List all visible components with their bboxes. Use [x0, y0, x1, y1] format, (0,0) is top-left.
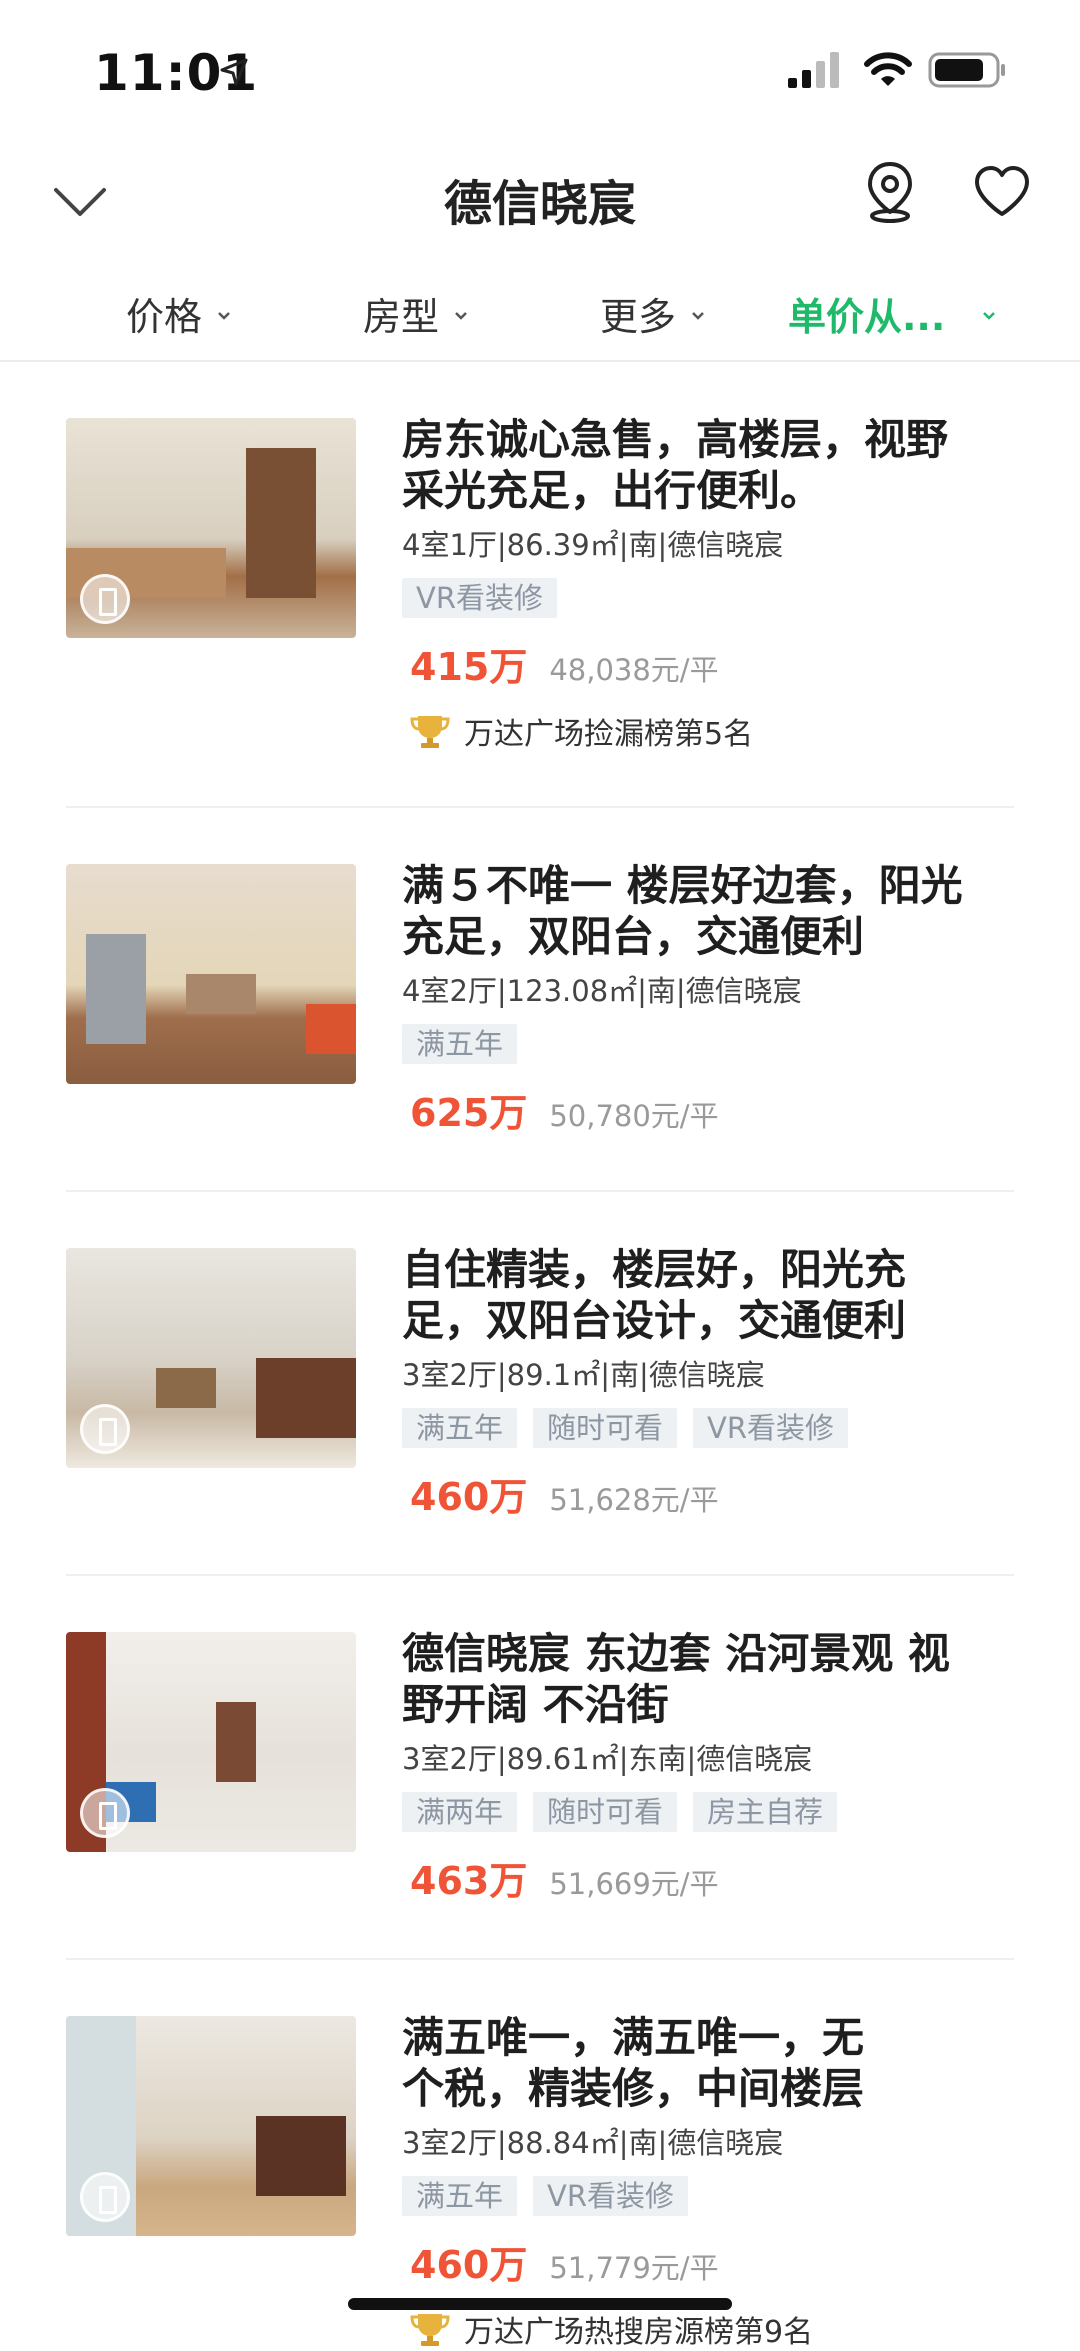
listing-price: 625万 [410, 1091, 528, 1135]
wifi-icon [864, 52, 912, 86]
listing-photo[interactable] [66, 2016, 356, 2236]
price-row: 415万 48,038元/平 [402, 636, 1022, 691]
listing-tags: 满五年 随时可看 VR看装修 [402, 1408, 1022, 1448]
listing-meta: 3室2厅|89.61㎡|东南|德信晓宸 [402, 1742, 813, 1776]
filter-label: 房型 [363, 295, 440, 339]
listing-title: 满五唯一，满五唯一，无 个税，精装修，中间楼层 [402, 2012, 1022, 2114]
listing-card[interactable]: 房东诚心急售，高楼层，视野 采光充足，出行便利。 4室1厅|86.39㎡|南|德… [0, 362, 1080, 808]
listing-title: 满５不唯一 楼层好边套，阳光 充足，双阳台，交通便利 [402, 860, 1022, 962]
listing-meta: 4室1厅|86.39㎡|南|德信晓宸 [402, 528, 784, 562]
price-row: 625万 50,780元/平 [402, 1082, 1022, 1137]
listing-meta: 3室2厅|89.1㎡|南|德信晓宸 [402, 1358, 765, 1392]
ranking-badge[interactable]: 万达广场捡漏榜第5名 [402, 709, 1022, 753]
listing-title-line: 野开阔 不沿街 [402, 1680, 669, 1729]
listing-price: 463万 [410, 1859, 528, 1903]
chevron-down-icon [218, 311, 230, 320]
chevron-down-icon [455, 311, 467, 320]
listing-card[interactable]: 德信晓宸 东边套 沿河景观 视 野开阔 不沿街 3室2厅|89.61㎡|东南|德… [0, 1576, 1080, 1960]
status-bar: 11:01 [0, 0, 1080, 140]
listing-title-line: 个税，精装修，中间楼层 [402, 2064, 865, 2113]
listing-list: 房东诚心急售，高楼层，视野 采光充足，出行便利。 4室1厅|86.39㎡|南|德… [0, 362, 1080, 2350]
listing-tag: VR看装修 [402, 578, 557, 618]
filter-label: 价格 [126, 295, 203, 339]
battery-icon [928, 52, 1005, 88]
listing-info: 满５不唯一 楼层好边套，阳光 充足，双阳台，交通便利 4室2厅|123.08㎡|… [402, 860, 1022, 1137]
cellular-signal-icon [788, 52, 839, 88]
listing-tag: VR看装修 [693, 1408, 849, 1448]
listing-card[interactable]: 满５不唯一 楼层好边套，阳光 充足，双阳台，交通便利 4室2厅|123.08㎡|… [0, 808, 1080, 1192]
listing-tag: 满两年 [402, 1792, 518, 1832]
listing-title-line: 自住精装，楼层好，阳光充 [402, 1245, 907, 1294]
listing-info: 德信晓宸 东边套 沿河景观 视 野开阔 不沿街 3室2厅|89.61㎡|东南|德… [402, 1628, 1022, 1905]
listing-title-line: 充足，双阳台，交通便利 [402, 912, 865, 961]
listing-unit-price: 51,669元/平 [549, 1867, 719, 1901]
filter-label: 单价从... [788, 295, 946, 339]
listing-title-line: 足，双阳台设计，交通便利 [402, 1296, 907, 1345]
listing-title: 德信晓宸 东边套 沿河景观 视 野开阔 不沿街 [402, 1628, 1022, 1730]
listing-info: 自住精装，楼层好，阳光充 足，双阳台设计，交通便利 3室2厅|89.1㎡|南|德… [402, 1244, 1022, 1521]
filter-more[interactable]: 更多 [600, 286, 706, 341]
listing-price: 460万 [410, 1475, 528, 1519]
chevron-down-icon [983, 311, 996, 320]
filter-bar: 价格 房型 更多 单价从... [0, 270, 1080, 362]
heart-icon[interactable] [972, 164, 1032, 220]
listing-meta: 4室2厅|123.08㎡|南|德信晓宸 [402, 974, 802, 1008]
listing-photo[interactable] [66, 864, 356, 1084]
page-title: 德信晓宸 [443, 176, 636, 232]
listing-title: 房东诚心急售，高楼层，视野 采光充足，出行便利。 [402, 414, 1022, 516]
filter-sort-unit-price[interactable]: 单价从... [788, 286, 997, 341]
trophy-icon [410, 716, 450, 748]
listing-tag: 满五年 [402, 1024, 518, 1064]
listing-tag: 随时可看 [533, 1792, 678, 1832]
price-row: 460万 51,628元/平 [402, 1466, 1022, 1521]
vr-icon [80, 2172, 130, 2222]
listing-card[interactable]: 满五唯一，满五唯一，无 个税，精装修，中间楼层 3室2厅|88.84㎡|南|德信… [0, 1960, 1080, 2350]
vr-icon [80, 1788, 130, 1838]
listing-tag: 随时可看 [533, 1408, 678, 1448]
trophy-icon [410, 2314, 450, 2346]
filter-price[interactable]: 价格 [126, 286, 232, 341]
listing-card[interactable]: 自住精装，楼层好，阳光充 足，双阳台设计，交通便利 3室2厅|89.1㎡|南|德… [0, 1192, 1080, 1576]
home-indicator[interactable] [348, 2298, 732, 2310]
listing-photo[interactable] [66, 418, 356, 638]
listing-unit-price: 48,038元/平 [549, 653, 719, 687]
price-row: 460万 51,779元/平 [402, 2234, 1022, 2289]
nav-bar: 德信晓宸 [0, 140, 1080, 260]
location-arrow-icon [220, 58, 248, 86]
map-pin-icon[interactable] [862, 160, 918, 224]
listing-title-line: 满５不唯一 楼层好边套，阳光 [402, 861, 963, 910]
ranking-text: 万达广场热搜房源榜第9名 [464, 2315, 814, 2350]
filter-room-type[interactable]: 房型 [363, 286, 469, 341]
listing-tags: 满五年 VR看装修 [402, 2176, 1022, 2216]
listing-title-line: 房东诚心急售，高楼层，视野 [402, 415, 949, 464]
listing-info: 房东诚心急售，高楼层，视野 采光充足，出行便利。 4室1厅|86.39㎡|南|德… [402, 414, 1022, 753]
chevron-down-icon [692, 311, 704, 320]
listing-tag: VR看装修 [533, 2176, 689, 2216]
listing-meta: 3室2厅|88.84㎡|南|德信晓宸 [402, 2126, 784, 2160]
filter-label: 更多 [600, 295, 677, 339]
ranking-badge[interactable]: 万达广场热搜房源榜第9名 [402, 2307, 1022, 2351]
listing-tag: 房主自荐 [693, 1792, 838, 1832]
listing-tags: 满五年 [402, 1024, 1022, 1064]
listing-tag: 满五年 [402, 2176, 518, 2216]
listing-unit-price: 51,779元/平 [549, 2251, 719, 2285]
listing-unit-price: 50,780元/平 [549, 1099, 719, 1133]
vr-icon [80, 574, 130, 624]
vr-icon [80, 1404, 130, 1454]
listing-tags: VR看装修 [402, 578, 1022, 618]
listing-tags: 满两年 随时可看 房主自荐 [402, 1792, 1022, 1832]
listing-title: 自住精装，楼层好，阳光充 足，双阳台设计，交通便利 [402, 1244, 1022, 1346]
listing-price: 415万 [410, 645, 528, 689]
price-row: 463万 51,669元/平 [402, 1850, 1022, 1905]
listing-title-line: 采光充足，出行便利。 [402, 466, 823, 515]
listing-title-line: 德信晓宸 东边套 沿河景观 视 [402, 1629, 950, 1678]
ranking-text: 万达广场捡漏榜第5名 [464, 717, 754, 752]
listing-photo[interactable] [66, 1632, 356, 1852]
listing-title-line: 满五唯一，满五唯一，无 [402, 2013, 865, 2062]
listing-unit-price: 51,628元/平 [549, 1483, 719, 1517]
listing-price: 460万 [410, 2243, 528, 2287]
listing-photo[interactable] [66, 1248, 356, 1468]
listing-tag: 满五年 [402, 1408, 518, 1448]
